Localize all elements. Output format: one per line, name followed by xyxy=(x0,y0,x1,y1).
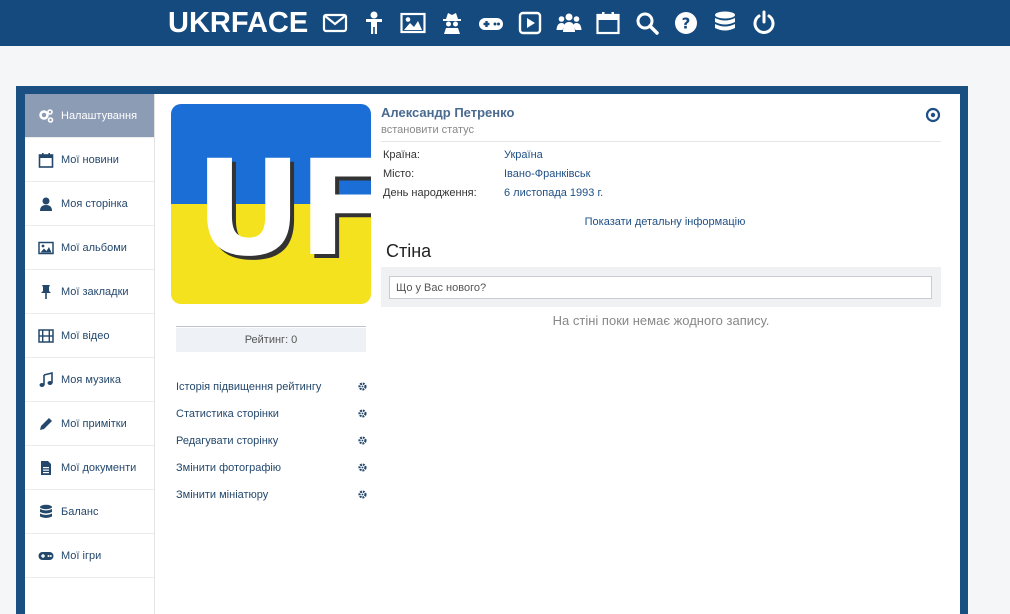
info-row-birthday: День народження: 6 листопада 1993 г. xyxy=(383,187,603,206)
gear-icon xyxy=(358,463,367,472)
sidebar-item-bookmarks[interactable]: Мої закладки xyxy=(25,270,154,314)
sidebar-item-label: Баланс xyxy=(61,505,99,518)
info-value-country[interactable]: Україна xyxy=(504,149,543,168)
sidebar-item-balance[interactable]: Баланс xyxy=(25,490,154,534)
info-divider xyxy=(381,141,941,142)
info-row-city: Місто: Івано-Франківськ xyxy=(383,168,603,187)
sidebar-item-music[interactable]: Моя музика xyxy=(25,358,154,402)
person-icon[interactable] xyxy=(359,8,389,38)
top-bar: UKRFACE ? xyxy=(0,0,1010,46)
action-label: Статистика сторінки xyxy=(176,407,279,420)
document-icon xyxy=(37,459,55,477)
sidebar-item-news[interactable]: Мої новини xyxy=(25,138,154,182)
wall-empty-message: На стіні поки немає жодного запису. xyxy=(552,313,770,328)
action-label: Редагувати сторінку xyxy=(176,434,279,447)
action-rating-history[interactable]: Історія підвищення рейтингу xyxy=(176,373,368,400)
gear-icon xyxy=(358,409,367,418)
sidebar-item-documents[interactable]: Мої документи xyxy=(25,446,154,490)
gear-icon xyxy=(358,436,367,445)
sidebar-item-settings[interactable]: Налаштування xyxy=(25,94,154,138)
spy-icon[interactable] xyxy=(437,8,467,38)
action-change-thumbnail[interactable]: Змінити мініатюру xyxy=(176,481,368,508)
profile-name[interactable]: Александр Петренко xyxy=(381,105,514,120)
image-icon[interactable] xyxy=(398,8,428,38)
help-icon[interactable]: ? xyxy=(671,8,701,38)
rating-box: Рейтинг: 0 xyxy=(176,328,366,352)
pin-icon xyxy=(37,283,55,301)
gear-icon xyxy=(358,382,367,391)
sidebar-item-label: Мої новини xyxy=(61,153,119,166)
info-value-birthday[interactable]: 6 листопада 1993 г. xyxy=(504,187,603,206)
sidebar-item-label: Мої документи xyxy=(61,461,137,474)
sidebar-item-label: Моя сторінка xyxy=(61,197,128,210)
action-change-photo[interactable]: Змінити фотографію xyxy=(176,454,368,481)
wall-post-input[interactable] xyxy=(389,276,932,299)
power-icon[interactable] xyxy=(749,8,779,38)
action-label: Змінити фотографію xyxy=(176,461,282,474)
sidebar-item-videos[interactable]: Мої відео xyxy=(25,314,154,358)
sidebar-item-label: Мої альбоми xyxy=(61,241,127,254)
gamepad-icon xyxy=(37,547,55,565)
users-icon[interactable] xyxy=(554,8,584,38)
calendar-icon[interactable] xyxy=(593,8,623,38)
image-icon xyxy=(37,239,55,257)
action-label: Змінити мініатюру xyxy=(176,488,269,501)
set-status-link[interactable]: встановити статус xyxy=(381,124,474,136)
pencil-icon xyxy=(37,415,55,433)
sidebar-item-label: Мої примітки xyxy=(61,417,127,430)
info-value-city[interactable]: Івано-Франківськ xyxy=(504,168,590,187)
sidebar-item-my-page[interactable]: Моя сторінка xyxy=(25,182,154,226)
show-details-link[interactable]: Показати детальну інформацію xyxy=(381,216,949,228)
info-row-country: Країна: Україна xyxy=(383,149,603,168)
wall-title: Стіна xyxy=(386,241,432,261)
avatar-logo-text: UF xyxy=(195,132,371,286)
rating-divider xyxy=(176,326,366,327)
database-icon xyxy=(37,503,55,521)
profile-avatar[interactable]: UF xyxy=(171,104,371,304)
sidebar-item-label: Мої відео xyxy=(61,329,110,342)
info-key: Країна: xyxy=(383,149,420,161)
user-icon xyxy=(37,195,55,213)
sidebar-item-label: Мої ігри xyxy=(61,549,102,562)
sidebar-item-games[interactable]: Мої ігри xyxy=(25,534,154,578)
settings-circle-icon[interactable] xyxy=(925,107,941,123)
site-logo[interactable]: UKRFACE xyxy=(168,7,308,40)
gear-icon xyxy=(358,490,367,499)
action-label: Історія підвищення рейтингу xyxy=(176,380,322,393)
profile-info: Країна: Україна Місто: Івано-Франківськ … xyxy=(383,149,603,206)
mail-icon[interactable] xyxy=(320,8,350,38)
sidebar: Налаштування Мої новини Моя сторінка Мої… xyxy=(25,94,155,614)
info-key: День народження: xyxy=(383,187,477,199)
play-icon[interactable] xyxy=(515,8,545,38)
info-key: Місто: xyxy=(383,168,415,180)
sidebar-item-notes[interactable]: Мої примітки xyxy=(25,402,154,446)
profile-actions: Історія підвищення рейтингу Статистика с… xyxy=(176,373,368,508)
gears-icon xyxy=(37,107,55,125)
action-page-stats[interactable]: Статистика сторінки xyxy=(176,400,368,427)
film-icon xyxy=(37,327,55,345)
sidebar-item-label: Налаштування xyxy=(61,109,138,122)
search-icon[interactable] xyxy=(632,8,662,38)
sidebar-item-label: Моя музика xyxy=(61,373,121,386)
gamepad-icon[interactable] xyxy=(476,8,506,38)
svg-text:?: ? xyxy=(682,15,691,33)
database-icon[interactable] xyxy=(710,8,740,38)
action-edit-page[interactable]: Редагувати сторінку xyxy=(176,427,368,454)
sidebar-item-albums[interactable]: Мої альбоми xyxy=(25,226,154,270)
sidebar-item-label: Мої закладки xyxy=(61,285,129,298)
music-icon xyxy=(37,371,55,389)
calendar-icon xyxy=(37,151,55,169)
